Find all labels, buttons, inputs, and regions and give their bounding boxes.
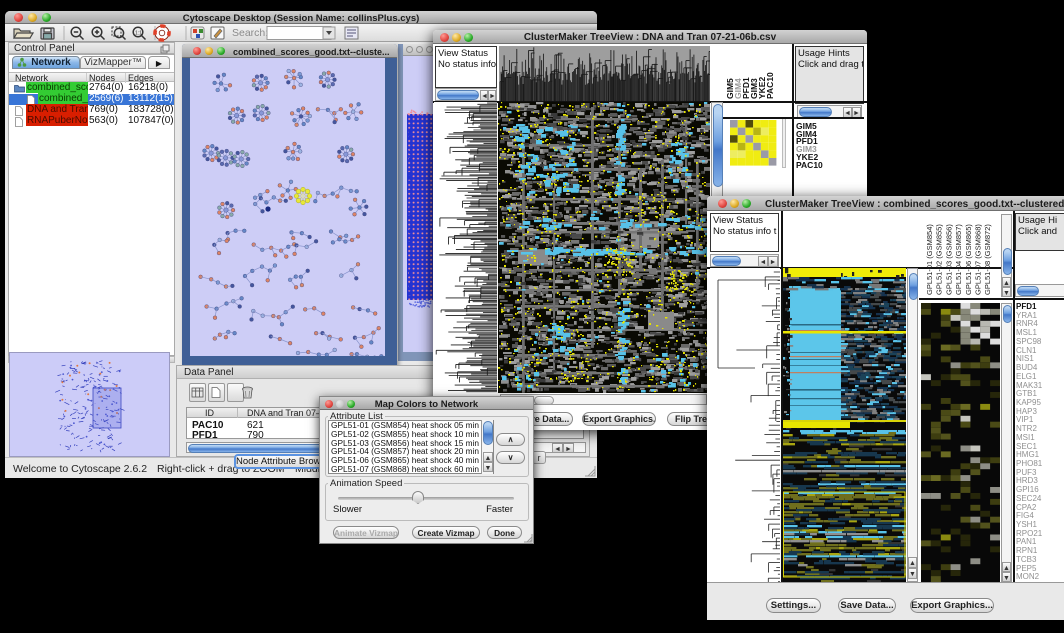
svg-text:GPL51-07 (GSM868): GPL51-07 (GSM868) xyxy=(974,224,983,295)
svg-text:PAC10: PAC10 xyxy=(765,72,775,99)
svg-text:GPL51-02 (GSM855): GPL51-02 (GSM855) xyxy=(935,224,944,295)
svg-text:GPL51-08 (GSM872): GPL51-08 (GSM872) xyxy=(983,224,992,295)
svg-text:1:1: 1:1 xyxy=(135,31,142,37)
svg-text:Search:: Search: xyxy=(232,27,268,39)
svg-text:GPL51-01 (GSM854): GPL51-01 (GSM854) xyxy=(925,224,934,295)
svg-text:GPL51-06 (GSM865): GPL51-06 (GSM865) xyxy=(964,224,973,295)
svg-text:GPL51-04 (GSM857): GPL51-04 (GSM857) xyxy=(954,224,963,295)
svg-text:GPL51-03 (GSM856): GPL51-03 (GSM856) xyxy=(944,224,953,295)
